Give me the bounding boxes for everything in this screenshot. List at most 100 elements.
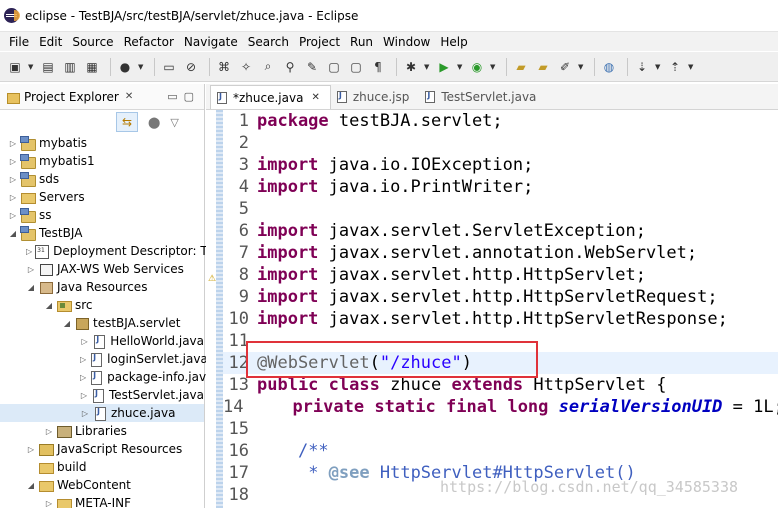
highlighter-icon[interactable]: ✎	[303, 58, 321, 76]
external-tools-icon[interactable]: ◉	[468, 58, 486, 76]
tree-item[interactable]: ▷ zhuce.java	[0, 404, 204, 422]
annotation-icon[interactable]: ✐	[556, 58, 574, 76]
tree-item[interactable]: ▷ JAX-WS Web Services	[0, 260, 204, 278]
skip-breakpoints-icon[interactable]: ⊘	[182, 58, 200, 76]
expanded-arrow-icon[interactable]: ◢	[44, 301, 54, 310]
save-icon[interactable]: ▤	[39, 58, 57, 76]
collapsed-arrow-icon[interactable]: ▷	[26, 247, 32, 256]
collapsed-arrow-icon[interactable]: ▷	[8, 211, 18, 220]
collapsed-arrow-icon[interactable]: ▷	[80, 337, 89, 346]
tree-item[interactable]: ▷ Libraries	[0, 422, 204, 440]
previous-annotation-icon[interactable]: ⇡	[666, 58, 684, 76]
collapsed-arrow-icon[interactable]: ▷	[26, 265, 36, 274]
next-annotation-icon[interactable]: ⇣	[633, 58, 651, 76]
menu-project[interactable]: Project	[294, 35, 345, 49]
menu-search[interactable]: Search	[243, 35, 294, 49]
menu-run[interactable]: Run	[345, 35, 378, 49]
tree-item[interactable]: ▷ sds	[0, 170, 204, 188]
previous-annotation-dropdown-icon[interactable]: ▼	[688, 63, 695, 71]
tree-item[interactable]: ◢ TestBJA	[0, 224, 204, 242]
globe-icon[interactable]: ◍	[600, 58, 618, 76]
tree-item[interactable]: ▷ JavaScript Resources	[0, 440, 204, 458]
new-dropdown-icon[interactable]: ▼	[28, 63, 35, 71]
tree-item[interactable]: build	[0, 458, 204, 476]
debug-dropdown-icon[interactable]: ▼	[424, 63, 431, 71]
collapsed-arrow-icon[interactable]: ▷	[80, 409, 90, 418]
focus-workspace-icon[interactable]: ⬤	[148, 116, 160, 129]
save-all-icon[interactable]: ▥	[61, 58, 79, 76]
menu-edit[interactable]: Edit	[34, 35, 67, 49]
print-icon[interactable]: ▦	[83, 58, 101, 76]
tree-item[interactable]: ▷ Servers	[0, 188, 204, 206]
tree-item[interactable]: ▷ TestServlet.java	[0, 386, 204, 404]
collapsed-arrow-icon[interactable]: ▷	[44, 499, 54, 508]
external-tools-dropdown-icon[interactable]: ▼	[490, 63, 497, 71]
profile-icon[interactable]: ●	[116, 58, 134, 76]
terminal-icon[interactable]: ▭	[160, 58, 178, 76]
tree-item[interactable]: ◢ WebContent	[0, 476, 204, 494]
tree-item[interactable]: ▷ package-info.java	[0, 368, 213, 386]
search-icon[interactable]: ⌕	[259, 58, 277, 76]
collapsed-arrow-icon[interactable]: ▷	[80, 355, 86, 364]
menu-window[interactable]: Window	[378, 35, 435, 49]
tree-item[interactable]: ▷ HelloWorld.java	[0, 332, 204, 350]
tree-item[interactable]: ▷ loginServlet.java	[0, 350, 208, 368]
menu-file[interactable]: File	[4, 35, 34, 49]
tree-item[interactable]: ◢ src	[0, 296, 204, 314]
java-file-icon	[217, 91, 227, 104]
open-folder-icon[interactable]: ▰	[512, 58, 530, 76]
tree-item[interactable]: ▷ mybatis1	[0, 152, 204, 170]
link-with-editor-icon[interactable]: ⇆	[116, 112, 138, 132]
debug-icon[interactable]: ✱	[402, 58, 420, 76]
menu-source[interactable]: Source	[67, 35, 118, 49]
tree-item-label: TestServlet.java	[108, 388, 204, 402]
collapsed-arrow-icon[interactable]: ▷	[8, 175, 18, 184]
menu-navigate[interactable]: Navigate	[179, 35, 243, 49]
tree-item[interactable]: ▷ mybatis	[0, 134, 204, 152]
tree-item[interactable]: ▷ ss	[0, 206, 204, 224]
show-whitespace-icon[interactable]: ▢	[347, 58, 365, 76]
code-editor[interactable]: 1 package testBJA.servlet; 2 3 import java.i…	[223, 110, 778, 508]
tree-item[interactable]: ◢ testBJA.servlet	[0, 314, 204, 332]
collapsed-arrow-icon[interactable]: ▷	[80, 391, 88, 400]
paragraph-icon[interactable]: ¶	[369, 58, 387, 76]
expanded-arrow-icon[interactable]: ◢	[26, 481, 36, 490]
project-explorer-tab[interactable]: Project Explorer ✕	[6, 90, 133, 104]
tree-item-label: build	[57, 460, 87, 474]
collapsed-arrow-icon[interactable]: ▷	[8, 193, 18, 202]
tree-item[interactable]: ▷ META-INF	[0, 494, 204, 508]
editor-tab[interactable]: TestServlet.java	[419, 85, 546, 109]
warning-icon[interactable]: ⚠	[208, 274, 216, 284]
close-icon[interactable]: ✕	[311, 92, 319, 103]
new-icon[interactable]: ▣	[6, 58, 24, 76]
tree-item[interactable]: ◢ Java Resources	[0, 278, 204, 296]
close-icon[interactable]: ✕	[125, 91, 133, 102]
profile-dropdown-icon[interactable]: ▼	[138, 63, 145, 71]
block-selection-icon[interactable]: ▢	[325, 58, 343, 76]
view-menu-chevron-down-icon[interactable]: ▽	[170, 116, 178, 129]
annotation-dropdown-icon[interactable]: ▼	[578, 63, 585, 71]
collapsed-arrow-icon[interactable]: ▷	[8, 139, 18, 148]
expanded-arrow-icon[interactable]: ◢	[8, 229, 18, 238]
maximize-icon[interactable]: ▢	[184, 90, 194, 103]
collapsed-arrow-icon[interactable]: ▷	[44, 427, 54, 436]
next-annotation-dropdown-icon[interactable]: ▼	[655, 63, 662, 71]
expanded-arrow-icon[interactable]: ◢	[26, 283, 36, 292]
expanded-arrow-icon[interactable]: ◢	[62, 319, 72, 328]
new-folder-icon[interactable]: ▰	[534, 58, 552, 76]
collapsed-arrow-icon[interactable]: ▷	[26, 445, 36, 454]
tree-item[interactable]: ▷ Deployment Descriptor: T	[0, 242, 208, 260]
open-task-icon[interactable]: ✧	[237, 58, 255, 76]
run-dropdown-icon[interactable]: ▼	[457, 63, 464, 71]
line-number: 6	[238, 221, 249, 241]
menu-help[interactable]: Help	[435, 35, 472, 49]
open-type-icon[interactable]: ⌘	[215, 58, 233, 76]
collapsed-arrow-icon[interactable]: ▷	[8, 157, 18, 166]
editor-tab[interactable]: *zhuce.java ✕	[210, 85, 331, 109]
menu-refactor[interactable]: Refactor	[119, 35, 179, 49]
editor-tab[interactable]: zhuce.jsp	[331, 85, 420, 109]
run-icon[interactable]: ▶	[435, 58, 453, 76]
collapsed-arrow-icon[interactable]: ▷	[80, 373, 86, 382]
minimize-icon[interactable]: ▭	[167, 90, 177, 103]
pin-icon[interactable]: ⚲	[281, 58, 299, 76]
